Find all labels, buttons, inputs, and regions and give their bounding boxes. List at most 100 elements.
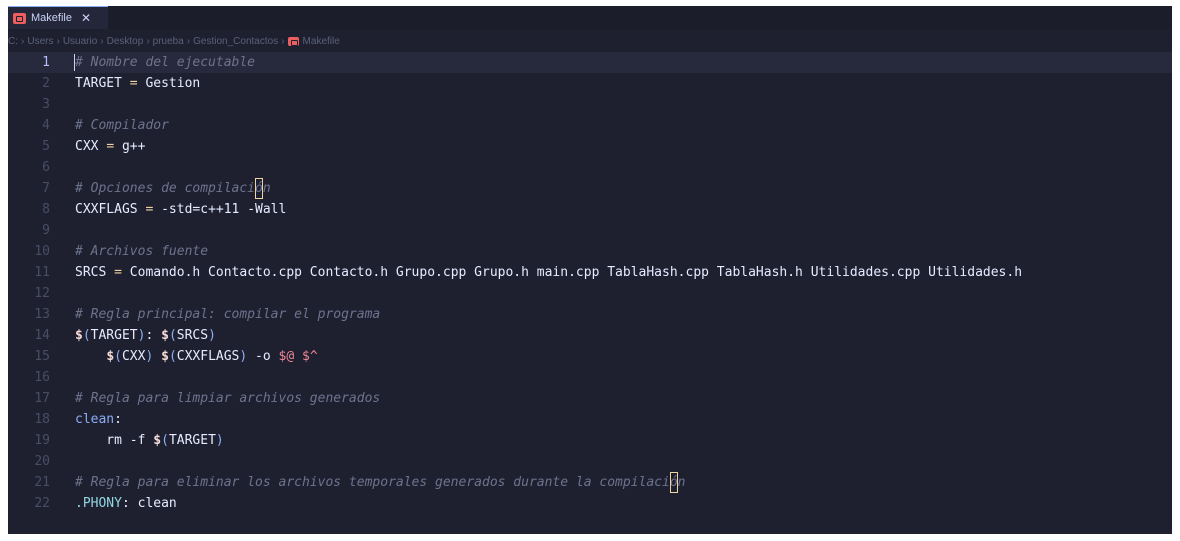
code-token: = <box>129 76 138 91</box>
code-line[interactable]: 14 $(TARGET): $(SRCS) <box>8 325 1172 346</box>
code-line[interactable]: 16 <box>8 367 1172 388</box>
code-line[interactable]: 13 # Regla principal: compilar el program… <box>8 304 1172 325</box>
code-token: ( <box>114 349 122 364</box>
line-number: 12 <box>34 286 50 301</box>
line-code: TARGET = Gestion <box>75 73 200 94</box>
code-token: $ <box>106 349 115 364</box>
code-token: # Compilador <box>75 118 169 133</box>
line-code: # Nombre del ejecutable <box>75 52 255 73</box>
code-line[interactable]: 12 <box>8 283 1172 304</box>
code-line[interactable]: 10 # Archivos fuente <box>8 241 1172 262</box>
code-token: ( <box>82 328 91 343</box>
code-line[interactable]: 5 CXX = g++ <box>8 136 1172 157</box>
makefile-icon <box>13 12 26 24</box>
code-token: rm -f <box>75 433 154 448</box>
breadcrumb-item[interactable]: Makefile <box>303 36 340 47</box>
code-line[interactable]: 21 # Regla para eliminar los archivos tem… <box>8 472 1172 493</box>
line-code: CXX = g++ <box>75 136 145 157</box>
code-line[interactable]: 20 <box>8 451 1172 472</box>
code-line[interactable]: 3 <box>8 94 1172 115</box>
breadcrumb-separator-icon: › <box>100 35 104 47</box>
line-number: 19 <box>34 433 50 448</box>
line-number: 10 <box>34 244 50 259</box>
code-line[interactable]: 19 rm -f $(TARGET) <box>8 430 1172 451</box>
line-number: 15 <box>34 349 50 364</box>
line-number: 6 <box>42 160 50 175</box>
code-token: # Regla para eliminar los archivos tempo… <box>75 475 670 490</box>
line-code: # Regla para limpiar archivos generados <box>75 388 380 409</box>
breadcrumb-item[interactable]: Users <box>27 36 53 47</box>
code-token: # Opciones de compilaci <box>75 181 256 196</box>
code-token: TARGET <box>75 76 122 91</box>
code-token: ) <box>208 328 216 343</box>
code-token: $ <box>153 433 162 448</box>
line-code: # Archivos fuente <box>75 241 208 262</box>
code-token: $ <box>75 328 83 343</box>
code-line[interactable]: 2 TARGET = Gestion <box>8 73 1172 94</box>
breadcrumb-separator-icon: › <box>146 35 150 47</box>
code-line[interactable]: 15 $(CXX) $(CXXFLAGS) -o $@ $^ <box>8 346 1172 367</box>
code-token: : <box>145 328 162 343</box>
code-line[interactable]: 7 # Opciones de compilación <box>8 178 1172 199</box>
tab-makefile[interactable]: Makefile ✕ <box>8 6 108 29</box>
code-token: .PHONY <box>75 496 122 511</box>
breadcrumb-item[interactable]: Usuario <box>63 36 97 47</box>
code-token: n <box>677 475 686 490</box>
breadcrumb-item[interactable]: prueba <box>153 36 184 47</box>
breadcrumb-separator-icon: › <box>21 35 25 47</box>
code-line[interactable]: 1 # Nombre del ejecutable <box>8 52 1172 73</box>
line-code: .PHONY: clean <box>75 493 177 514</box>
code-line[interactable]: 6 <box>8 157 1172 178</box>
line-code: $(CXX) $(CXXFLAGS) -o $@ $^ <box>75 346 318 367</box>
bracket-highlight: ó <box>255 178 263 199</box>
line-number: 4 <box>42 118 50 133</box>
code-line[interactable]: 11 SRCS = Comando.h Contacto.cpp Contacto… <box>8 262 1172 283</box>
code-token: g++ <box>114 139 146 154</box>
line-code: CXXFLAGS = -std=c++11 -Wall <box>75 199 286 220</box>
code-token: $@ <box>278 349 295 364</box>
line-code: rm -f $(TARGET) <box>75 430 223 451</box>
line-number: 2 <box>42 76 50 91</box>
line-number: 21 <box>34 475 50 490</box>
breadcrumb-item[interactable]: Desktop <box>107 36 144 47</box>
line-number: 13 <box>34 307 50 322</box>
code-token: # Archivos fuente <box>75 244 209 259</box>
code-line[interactable]: 4 # Compilador <box>8 115 1172 136</box>
code-token: = <box>114 265 122 280</box>
code-editor[interactable]: 1 # Nombre del ejecutable 2 TARGET = Gestio… <box>8 52 1172 522</box>
breadcrumb-item[interactable]: C: <box>8 36 18 47</box>
line-number: 16 <box>34 370 50 385</box>
code-token: # Regla para limpiar archivos generados <box>75 391 381 406</box>
line-number: 20 <box>34 454 50 469</box>
line-number: 14 <box>34 328 50 343</box>
breadcrumb-item[interactable]: Gestion_Contactos <box>193 36 278 47</box>
code-token: : clean <box>121 496 177 511</box>
code-token: : <box>114 412 122 427</box>
line-code: # Compilador <box>75 115 169 136</box>
code-token: clean <box>75 412 115 427</box>
code-line[interactable]: 22 .PHONY: clean <box>8 493 1172 514</box>
line-code: clean: <box>75 409 122 430</box>
code-line[interactable]: 9 <box>8 220 1172 241</box>
line-code: # Opciones de compilación <box>75 178 271 199</box>
code-line[interactable]: 18 clean: <box>8 409 1172 430</box>
line-number: 18 <box>34 412 50 427</box>
code-token: # Regla principal: compilar el programa <box>75 307 381 322</box>
line-code: SRCS = Comando.h Contacto.cpp Contacto.h… <box>75 262 1022 283</box>
code-token: ( <box>168 328 177 343</box>
line-number: 17 <box>34 391 50 406</box>
breadcrumb-separator-icon: › <box>56 35 60 47</box>
close-icon[interactable]: ✕ <box>81 12 91 24</box>
code-token: $^ <box>302 349 318 364</box>
code-token: n <box>262 181 271 196</box>
code-token: Comando.h Contacto.cpp Contacto.h Grupo.… <box>121 265 1023 280</box>
line-number: 1 <box>42 55 50 70</box>
line-number: 22 <box>34 496 50 511</box>
code-token: $ <box>161 328 169 343</box>
tab-bar: Makefile ✕ <box>8 6 1172 29</box>
line-code: $(TARGET): $(SRCS) <box>75 325 216 346</box>
code-line[interactable]: 8 CXXFLAGS = -std=c++11 -Wall <box>8 199 1172 220</box>
code-line[interactable]: 17 # Regla para limpiar archivos generado… <box>8 388 1172 409</box>
